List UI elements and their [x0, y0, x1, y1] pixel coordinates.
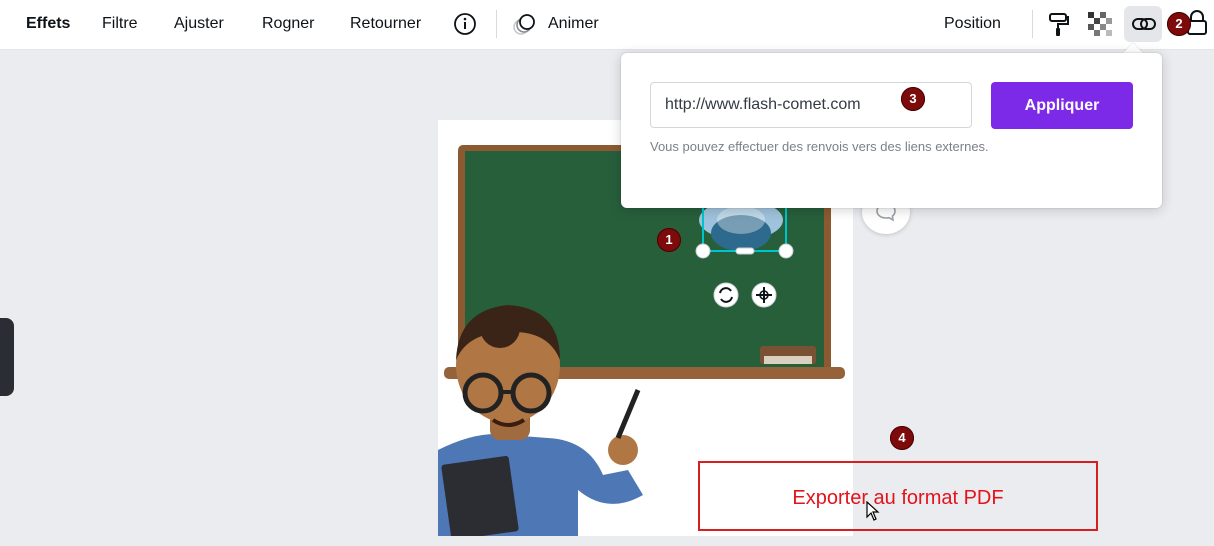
apply-link-button[interactable]: Appliquer: [991, 82, 1133, 129]
step-badge-1: 1: [657, 228, 681, 252]
link-button[interactable]: [1124, 6, 1162, 42]
toolbar-divider: [496, 10, 497, 38]
toolbar-position[interactable]: Position: [944, 0, 1001, 48]
toolbar-flip[interactable]: Retourner: [350, 0, 421, 48]
step-badge-2: 2: [1167, 12, 1191, 36]
transparency-icon[interactable]: [1088, 12, 1112, 41]
animate-icon[interactable]: [512, 12, 538, 41]
toolbar-adjust[interactable]: Ajuster: [174, 0, 224, 48]
move-handle: [751, 282, 777, 308]
side-panel-handle[interactable]: [0, 318, 14, 396]
step-badge-3: 3: [901, 87, 925, 111]
link-helper-text: Vous pouvez effectuer des renvois vers d…: [650, 139, 989, 154]
step-badge-4: 4: [890, 426, 914, 450]
editor-toolbar: Effets Filtre Ajuster Rogner Retourner A…: [0, 0, 1214, 50]
toolbar-effects[interactable]: Effets: [26, 0, 70, 48]
mouse-cursor-icon: [866, 500, 880, 526]
toolbar-animate[interactable]: Animer: [548, 0, 599, 48]
toolbar-divider-right: [1032, 10, 1033, 38]
info-circle-icon[interactable]: [453, 12, 477, 41]
toolbar-crop[interactable]: Rogner: [262, 0, 314, 48]
link-url-input[interactable]: [650, 82, 972, 128]
link-icon: [1132, 13, 1156, 40]
link-popover: 3 Appliquer Vous pouvez effectuer des re…: [621, 53, 1162, 208]
toolbar-filter[interactable]: Filtre: [102, 0, 138, 48]
export-pdf-annotation[interactable]: Exporter au format PDF: [698, 461, 1098, 531]
paint-roller-icon[interactable]: [1048, 12, 1070, 43]
export-pdf-label: Exporter au format PDF: [792, 487, 1004, 509]
rotate-handle: [713, 282, 739, 308]
